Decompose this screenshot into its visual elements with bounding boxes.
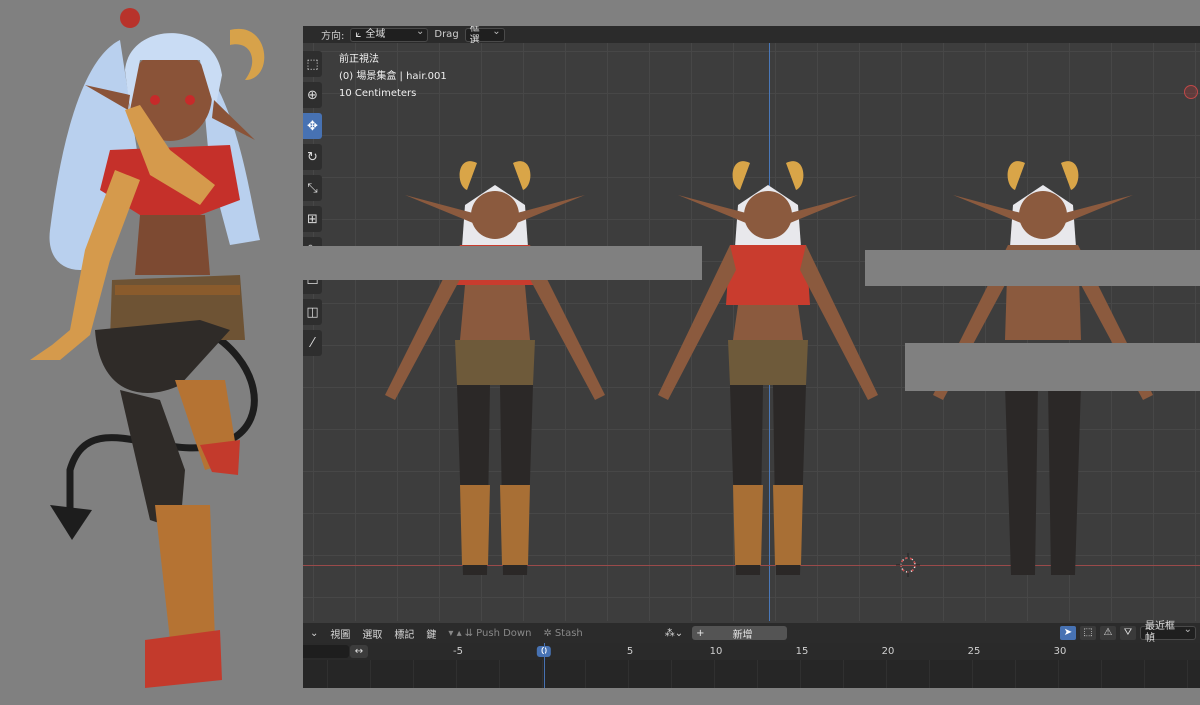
- tick-label: 30: [1053, 646, 1067, 657]
- action-browse-icon[interactable]: ⁂⌄: [662, 628, 686, 639]
- redaction-bar: [865, 250, 1200, 286]
- orientation-label: 方向:: [321, 31, 345, 42]
- stash-icon: ✲: [543, 627, 552, 639]
- transform-tool-icon[interactable]: ⊞: [303, 206, 322, 232]
- tick-label: 10: [709, 646, 723, 657]
- 3d-cursor-icon[interactable]: [896, 553, 920, 577]
- view-name: 前正視法: [339, 54, 379, 65]
- redaction-bar: [905, 343, 1200, 391]
- menu-key[interactable]: 鍵: [423, 626, 439, 641]
- orientation-icon: ⟀: [355, 28, 362, 40]
- tick-label: 25: [967, 646, 981, 657]
- tool-shelf: ⬚ ⊕ ✥ ↻ ⤡ ⊞ ✎ ▭ ◫ ⁄: [303, 51, 322, 361]
- grid-scale: 10 Centimeters: [339, 88, 417, 99]
- swap-icon[interactable]: ↔: [350, 645, 368, 658]
- tick-label: 20: [881, 646, 895, 657]
- timeline-header: ⌄ 視圖 選取 標記 鍵 ▾ ▴ ⇊ Push Down ✲ Stash ⁂⌄ + 新…: [303, 621, 1200, 644]
- record-gizmo-icon[interactable]: [1184, 85, 1198, 99]
- frame-field[interactable]: [303, 645, 349, 658]
- push-down-icon: ▾ ▴ ⇊: [448, 627, 474, 639]
- drag-label: Drag: [434, 29, 459, 40]
- push-down-button[interactable]: ▾ ▴ ⇊ Push Down: [445, 628, 534, 639]
- cursor-tool-icon[interactable]: ⊕: [303, 82, 322, 108]
- select-box-tool-icon[interactable]: ⬚: [303, 51, 322, 77]
- stash-button[interactable]: ✲ Stash: [540, 628, 585, 639]
- active-object-info: (0) 場景集盒 | hair.001: [339, 71, 447, 82]
- model-front-view-1: [385, 161, 605, 575]
- move-tool-icon[interactable]: ✥: [303, 113, 322, 139]
- draw-tool-icon[interactable]: ⁄: [303, 330, 322, 356]
- model-front-view-2: [658, 161, 878, 575]
- menu-marker[interactable]: 標記: [391, 626, 417, 641]
- frame-ruler[interactable]: ↔ -5 0 5 10 15 20 25 30: [303, 643, 1200, 660]
- viewport-header: 方向: ⟀ 全域 Drag 框選: [303, 26, 1200, 46]
- tick-label: 15: [795, 646, 809, 657]
- tick-label: -5: [453, 646, 463, 657]
- drag-dropdown[interactable]: 框選: [464, 26, 505, 46]
- orientation-dropdown[interactable]: ⟀ 全域: [350, 26, 429, 42]
- menu-view[interactable]: 視圖: [327, 626, 353, 641]
- filter-icon[interactable]: ⛛: [1120, 626, 1136, 640]
- timeline-header-right: ➤ ⬚ ⚠ ⛛ 最近框幀: [1060, 621, 1196, 644]
- rotate-tool-icon[interactable]: ↻: [303, 144, 322, 170]
- playhead-line[interactable]: [544, 643, 545, 688]
- warning-icon[interactable]: ⚠: [1100, 626, 1116, 640]
- new-action-button[interactable]: + 新增: [692, 626, 788, 641]
- 3d-viewport[interactable]: 前正視法 (0) 場景集盒 | hair.001 10 Centimeters …: [303, 43, 1200, 621]
- plus-icon: +: [696, 627, 705, 639]
- timeline-track-area[interactable]: [303, 660, 1200, 688]
- redaction-bar: [303, 246, 702, 280]
- add-cube-tool-icon[interactable]: ◫: [303, 299, 322, 325]
- viewport-info: 前正視法 (0) 場景集盒 | hair.001 10 Centimeters: [339, 51, 447, 102]
- scale-tool-icon[interactable]: ⤡: [303, 175, 322, 201]
- tick-label: 5: [626, 646, 634, 657]
- select-arrow-icon[interactable]: ➤: [1060, 626, 1076, 640]
- menu-select[interactable]: 選取: [359, 626, 385, 641]
- keying-dropdown[interactable]: 最近框幀: [1140, 621, 1196, 644]
- box-select-icon[interactable]: ⬚: [1080, 626, 1096, 640]
- editor-type-dropdown[interactable]: ⌄: [307, 628, 321, 639]
- character-concept-art: [30, 8, 265, 688]
